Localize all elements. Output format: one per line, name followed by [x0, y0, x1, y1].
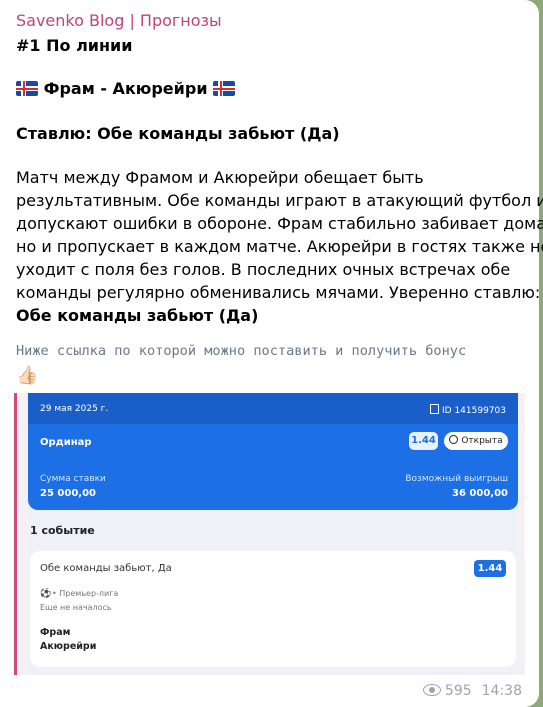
team-away: Акюрейри [40, 641, 97, 652]
team-home: Фрам [40, 627, 71, 638]
stake-label: Сумма ставки [40, 474, 106, 484]
bet-id-text: ID 141599703 [442, 406, 506, 416]
win-label: Возможный выигрыш [405, 474, 508, 484]
view-count: 595 [444, 683, 472, 699]
iceland-flag-icon [213, 81, 236, 96]
post-time: 14:38 [481, 683, 522, 699]
total-odds: 1.44 [409, 432, 438, 450]
match-title-line: Фрам - Акюрейри [16, 77, 236, 100]
body-line: результативным. Обе команды играют в ата… [16, 191, 543, 210]
eye-icon [422, 684, 441, 696]
bet-slip-image[interactable]: 29 мая 2025 г. ID 141599703 Ординар 1.44… [14, 393, 525, 675]
win-value: 36 000,00 [452, 488, 508, 499]
channel-name[interactable]: Savenko Blog | Прогнозы [16, 11, 222, 30]
bet-date: 29 мая 2025 г. [40, 404, 109, 414]
clock-icon [449, 435, 459, 444]
soccer-ball-icon: ⚽ [40, 589, 52, 599]
event-status: Еще не началось [40, 603, 112, 612]
document-icon [430, 404, 440, 414]
event-odds: 1.44 [474, 560, 506, 577]
status-badge: Открыта [444, 432, 508, 450]
iceland-flag-icon [16, 81, 38, 96]
bet-summary-card: 29 мая 2025 г. ID 141599703 Ординар 1.44… [28, 393, 518, 510]
bet-id: ID 141599703 [430, 404, 506, 416]
bet-slip: 29 мая 2025 г. ID 141599703 Ординар 1.44… [28, 393, 518, 675]
bet-type: Ординар [40, 437, 92, 448]
events-count: 1 событие [30, 524, 95, 537]
post-heading: #1 По линии [16, 36, 133, 55]
status-text: Открыта [461, 436, 503, 446]
thumbs-up-icon: 👍🏻 [16, 365, 39, 386]
conclusion: Обе команды забьют (Да) [16, 306, 259, 325]
body-line: но и пропускает в каждом матче. Акюрейри… [16, 237, 543, 256]
bet-line: Ставлю: Обе команды забьют (Да) [16, 124, 340, 143]
stake-value: 25 000,00 [40, 488, 96, 499]
link-text: Ниже ссылка по которой можно поставить и… [16, 343, 467, 359]
body-line: команды регулярно обменивались мячами. У… [16, 283, 541, 302]
event-name: Обе команды забьют, Да [40, 563, 172, 574]
message-bubble: Savenko Blog | Прогнозы #1 По линии Фрам… [0, 0, 543, 707]
match-title: Фрам - Акюрейри [43, 79, 208, 98]
league-name: • Премьер-лига [52, 589, 119, 598]
body-line: Матч между Фрамом и Акюрейри обещает быт… [16, 168, 424, 187]
body-line: допускают ошибки в обороне. Фрам стабиль… [16, 214, 543, 233]
event-card: Обе команды забьют, Да 1.44 ⚽ • Премьер-… [30, 551, 516, 667]
message-meta: 595 14:38 [422, 683, 522, 699]
body-line: уходит с поля без голов. В последних очн… [16, 260, 511, 279]
